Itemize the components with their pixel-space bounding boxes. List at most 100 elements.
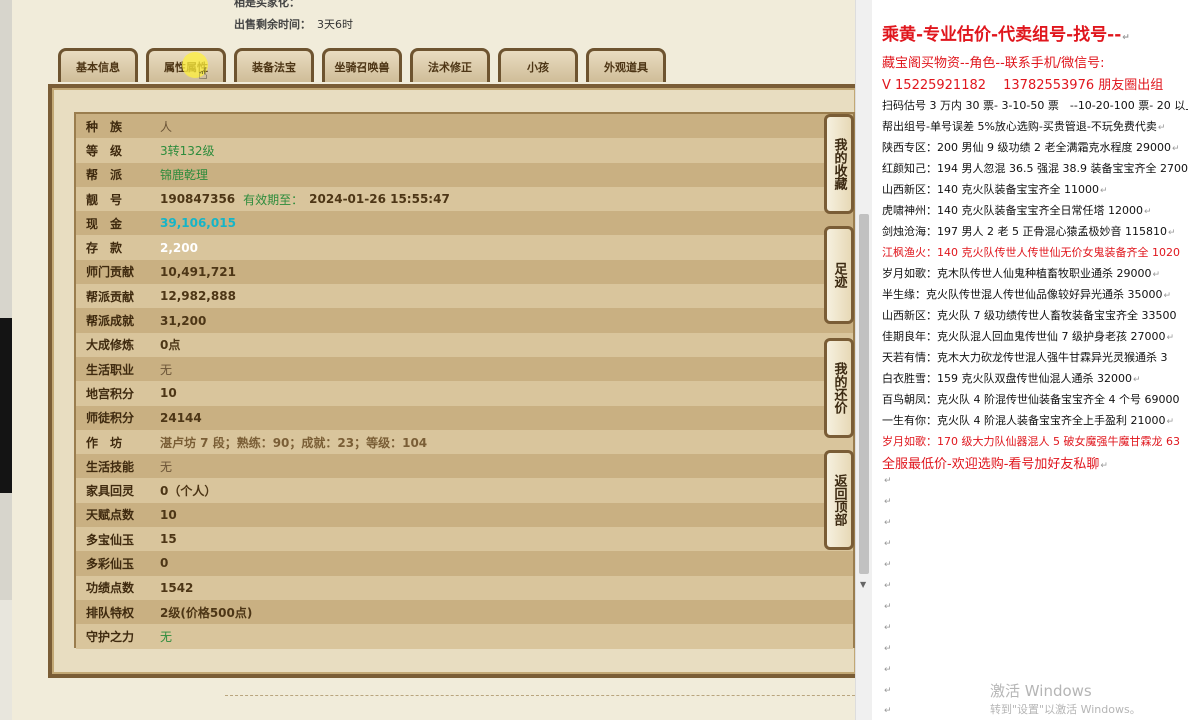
paragraph-mark-icon: ↵ [884,497,892,507]
row-value: 3转132级 [160,143,215,158]
windows-activation-watermark: 激活 Windows [990,682,1092,700]
row-key: 等 级 [86,143,123,158]
row-key: 师门贡献 [86,265,135,280]
tab-bar: 基本信息 属性属性 装备法宝 坐骑召唤兽 法术修正 小孩 外观道具 [58,48,674,84]
paragraph-mark-icon: ↵ [884,518,892,528]
row-key: 天赋点数 [86,508,135,523]
row-value: 2级(价格500点) [160,605,253,620]
doc-line: 岁月如歌：170 级大力队仙器混人 5 破女魔强牛魔甘霖龙 63 [882,435,1180,448]
doc-line: 佳期良年：克火队混人回血鬼传世仙 7 级护身老孩 27000↵ [882,330,1175,343]
row-value: 1542 [160,580,194,595]
back-to-top-button-label: 返回顶部 [831,474,847,526]
row-value: 无 [160,459,173,474]
tab-equipment[interactable]: 装备法宝 [234,48,314,82]
doc-line: 红颜知己：194 男人忽混 36.5 强混 38.9 装备宝宝齐全 27000 [882,162,1188,175]
tab-basic-info[interactable]: 基本信息 [58,48,138,82]
row-key: 生活职业 [86,362,135,377]
scroll-down-arrow-icon[interactable]: ▼ [860,580,866,589]
table-row: 等 级 3转132级 [76,138,853,163]
row-value: 0 [160,556,169,571]
doc-line: 白衣胜雪：159 克火队双盘传世仙混人通杀 32000↵ [882,372,1141,385]
row-value: 人 [160,119,173,134]
row-value: 无 [160,362,173,377]
paragraph-mark-icon: ↵ [884,686,892,696]
doc-line: 百鸟朝凤：克火队 4 阶混传世仙装备宝宝齐全 4 个号 69000 [882,393,1180,406]
doc-line: 一生有你：克火队 4 阶混人装备宝宝齐全上手盈利 21000↵ [882,414,1175,427]
row-key: 师徒积分 [86,411,135,426]
table-row: 师门贡献 10,491,721 [76,259,853,285]
sell-time-label: 出售剩余时间： [234,18,311,31]
document-pane: 乘黄-专业估价-代卖组号-找号--↵ 藏宝阁买物资--角色--联系手机/微信号:… [872,0,1188,720]
table-row: 大成修炼 0点 [76,332,853,357]
table-row: 地宫积分 10 [76,381,853,406]
favorites-button-label: 我的收藏 [831,138,847,190]
row-key: 生活技能 [86,459,135,474]
footprint-button[interactable]: 足迹 [824,226,854,324]
row-key: 功绩点数 [86,581,135,596]
sell-time-row: 出售剩余时间： 3天6时 [234,16,353,32]
top-cut-text: 相是买家化： [234,0,300,9]
doc-line: 山西新区：克火队 7 级功绩传世人畜牧装备宝宝齐全 33500 [882,309,1177,322]
favorites-button[interactable]: 我的收藏 [824,114,854,214]
row-value: 无 [160,629,173,644]
table-row: 帮派贡献 12,982,888 [76,284,853,309]
paragraph-mark-icon: ↵ [884,706,892,716]
row-value: 锦鹿乾理 [160,168,209,183]
doc-line: 扫码估号 3 万内 30 票- 3-10-50 票 --10-20-100 票-… [882,99,1188,112]
windows-activation-hint: 转到"设置"以激活 Windows。 [990,703,1141,716]
doc-line: 半生缘：克火队传世混人传世仙品像较好异光通杀 35000↵ [882,288,1172,301]
doc-line: 陕西专区：200 男仙 9 级功绩 2 老全满霜克水程度 29000↵ [882,141,1180,154]
table-row: 师徒积分 24144 [76,405,853,430]
doc-line: 岁月如歌：克木队传世人仙鬼种植畜牧职业通杀 29000↵ [882,267,1161,280]
row-key: 现 金 [86,216,123,231]
table-row: 帮派成就 31,200 [76,308,853,333]
footprint-button-label: 足迹 [831,262,847,288]
table-row: 现 金 39,106,015 [76,211,853,236]
doc-line: 帮出组号-单号误差 5%放心选购-买贵管退-不玩免费代卖↵ [882,120,1166,133]
my-counteroffer-button-label: 我的还价 [831,362,847,414]
table-row: 守护之力 无 [76,624,853,649]
dashed-divider [225,695,855,696]
my-counteroffer-button[interactable]: 我的还价 [824,338,854,438]
table-row: 种 族人 [76,114,853,139]
table-row: 生活职业 无 [76,356,853,382]
scrollbar-thumb[interactable] [859,214,869,574]
row-value: 10 [160,386,177,401]
row-value: 24144 [160,410,202,425]
row-value: 10,491,721 [160,264,236,279]
table-row: 帮 派 锦鹿乾理 [76,162,853,187]
table-row: 多彩仙玉 0 [76,551,853,576]
page-scrollbar[interactable]: ▼ [855,0,872,720]
row-value: 10 [160,507,177,522]
tab-mounts-summons[interactable]: 坐骑召唤兽 [322,48,402,82]
left-dark-panel [0,318,12,493]
paragraph-mark-icon: ↵ [884,539,892,549]
doc-line: 藏宝阁买物资--角色--联系手机/微信号: [882,56,1105,71]
tab-child[interactable]: 小孩 [498,48,578,82]
row-key: 家具回灵 [86,484,135,499]
tab-appearance[interactable]: 外观道具 [586,48,666,82]
row-value: 190847356 [160,192,236,207]
paragraph-mark-icon: ↵ [884,623,892,633]
row-key: 种 族 [86,119,123,134]
doc-title: 乘黄-专业估价-代卖组号-找号--↵ [882,25,1130,45]
doc-line: 天若有情：克木大力砍龙传世混人强牛甘霖异光灵猴通杀 3 [882,351,1168,364]
paragraph-mark-icon: ↵ [884,560,892,570]
row-value: 0点 [160,338,181,353]
doc-line: 山西新区：140 克火队装备宝宝齐全 11000↵ [882,183,1108,196]
table-row: 作 坊 湛卢坊 7 段；熟练：90；成就：23；等级：104 [76,429,853,455]
paragraph-mark-icon: ↵ [884,644,892,654]
back-to-top-button[interactable]: 返回顶部 [824,450,854,550]
row-value: 湛卢坊 7 段；熟练：90；成就：23；等级：104 [160,435,428,450]
row-key: 靓 号 [86,192,123,207]
row-key: 守护之力 [86,629,135,644]
row-key: 排队特权 [86,605,135,620]
row-value-sub: 有效期至： [243,192,304,207]
sell-time-value: 3天6时 [317,18,353,31]
table-row: 存 款 2,200 [76,235,853,260]
doc-line: 虎啸神州：140 克火队装备宝宝齐全日常任塔 12000↵ [882,204,1152,217]
row-value: 12,982,888 [160,289,236,304]
tab-spell-correction[interactable]: 法术修正 [410,48,490,82]
doc-line: 全服最低价-欢迎选购-看号加好友私聊↵ [882,457,1108,472]
row-key: 多彩仙玉 [86,556,135,571]
